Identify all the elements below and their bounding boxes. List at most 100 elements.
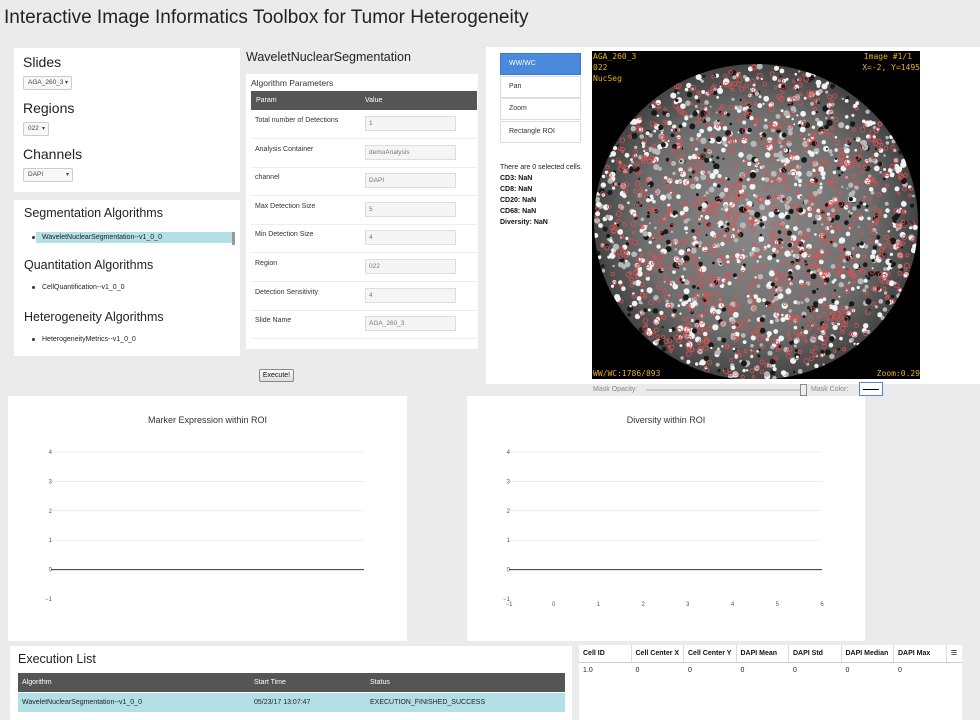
nucleus [640,289,644,293]
scrollbar-thumb[interactable] [232,232,235,245]
param-value-field[interactable]: 4 [365,230,456,246]
nucleus [814,363,819,369]
nucleus [769,319,774,324]
y-tick-label: 4 [49,450,53,456]
nucleus [717,173,722,179]
nucleus [821,140,826,145]
nucleus [665,112,670,118]
nucleus [830,229,835,234]
param-value-field[interactable]: 1 [365,116,456,131]
heterogeneity-header: Heterogeneity Algorithms [24,310,164,324]
nucleus [851,113,855,117]
nucleus [653,164,660,171]
param-name: Analysis Container [255,145,314,153]
heterogeneity-item[interactable]: HeterogeneityMetrics--v1_0_0 [32,336,136,343]
nucleus [793,370,796,374]
channels-select[interactable]: DAPI ▾ [23,168,73,182]
nucleus [762,225,766,229]
param-value-field[interactable]: DAPI [365,173,456,189]
nucleus [726,112,731,117]
nucleus [778,212,786,219]
param-value-field[interactable]: demoAnalysis [365,144,456,160]
mask-color-picker[interactable] [859,382,883,396]
nucleus [865,109,870,114]
nucleus [777,286,784,293]
nucleus [758,95,762,99]
nucleus [648,240,652,244]
quantitation-item[interactable]: CellQuantification--v1_0_0 [32,284,125,291]
nucleus [705,233,708,237]
nucleus [625,236,629,240]
tool-pan-button[interactable]: Pan [500,75,581,98]
param-value-field[interactable]: AGA_260_3 [365,316,456,332]
nucleus [708,138,711,142]
nucleus [647,308,651,312]
nucleus [757,354,761,358]
overlay-coordinates: X=-2, Y=1495 [862,63,920,72]
nucleus [794,348,798,353]
nucleus [874,305,878,309]
tool-zoom-button[interactable]: Zoom [500,98,581,120]
nucleus [764,199,771,206]
nucleus [595,201,602,208]
nucleus [726,260,730,264]
nucleus [825,81,829,85]
nucleus [760,219,763,222]
nucleus [767,335,770,338]
nucleus [811,110,816,116]
regions-select[interactable]: 022 ▾ [23,122,49,136]
param-value-field[interactable]: 022 [365,259,456,274]
y-tick-label: 2 [49,509,53,515]
nucleus [893,148,897,153]
nucleus [725,177,728,180]
image-viewport[interactable]: AGA_260_3 022 NucSeg Image #1/1 X=-2, Y=… [592,51,920,379]
nucleus [865,134,871,139]
execute-button[interactable]: Execute! [259,369,294,382]
nucleus [716,156,720,160]
execution-row[interactable]: WaveletNuclearSegmentation--v1_0_0 05/23… [18,693,565,712]
nucleus [653,129,657,133]
nucleus [640,217,645,222]
nucleus [733,238,739,243]
nucleus [853,263,859,269]
nucleus [667,120,672,126]
nucleus [883,168,887,171]
nucleus [874,239,879,244]
nucleus [862,262,868,268]
nucleus [800,301,804,304]
nucleus [694,147,698,151]
nucleus [683,288,690,295]
nucleus [812,220,817,225]
grid-cell: 0 [845,667,850,674]
nucleus [746,369,749,372]
nucleus [685,100,691,106]
nucleus [739,222,746,229]
mask-opacity-slider[interactable] [800,384,807,396]
param-value-field[interactable]: 4 [365,287,456,303]
nucleus [807,206,812,212]
nucleus [601,174,606,179]
overlay-image-index: Image #1/1 [863,52,912,61]
segmentation-item[interactable]: WaveletNuclearSegmentation--v1_0_0 [32,232,162,243]
tool-ww-wc-button[interactable]: WW/WC [500,53,581,75]
nucleus [844,143,847,147]
nucleus [775,114,781,119]
nucleus [745,198,749,201]
slides-select[interactable]: AGA_260_3 ▾ [23,76,72,90]
nucleus [844,99,849,103]
execution-row-status: EXECUTION_FINISHED_SUCCESS [370,699,486,706]
nucleus [818,88,823,94]
grid-cell: 0 [740,667,745,674]
nucleus [692,284,696,289]
nucleus [742,74,747,79]
nucleus [830,83,836,89]
param-value-field[interactable]: 5 [365,201,456,217]
nucleus [821,176,826,180]
nucleus [770,170,777,177]
tool-rectangle-roi-button[interactable]: Rectangle ROI [500,120,581,143]
nucleus [627,313,631,317]
heterogeneity-item-label: HeterogeneityMetrics--v1_0_0 [42,336,136,343]
nucleus [786,230,792,236]
nucleus [895,228,899,232]
nucleus [909,226,913,230]
